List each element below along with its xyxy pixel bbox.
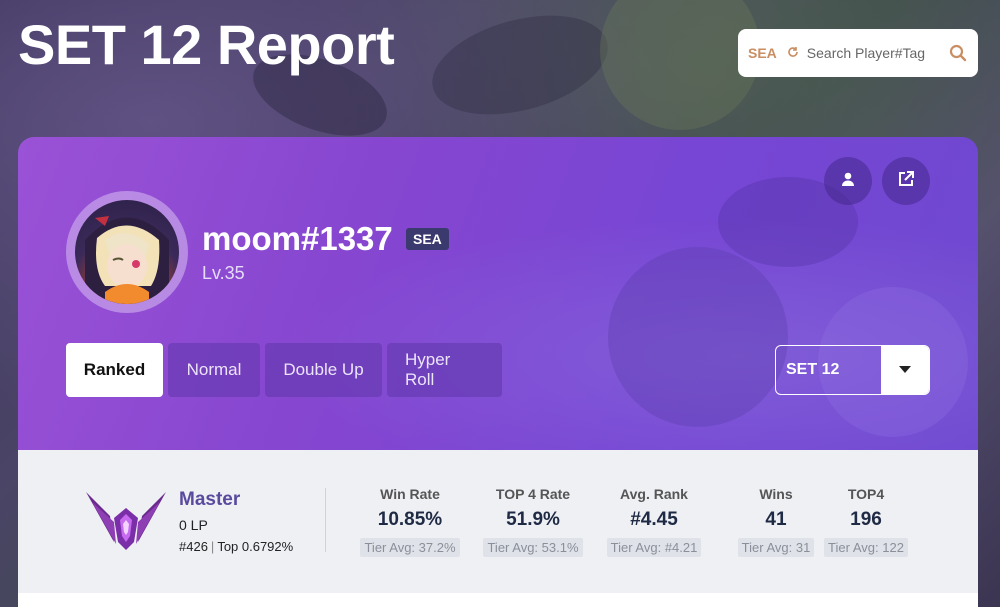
player-level: Lv.35 xyxy=(202,263,245,283)
caret-down-icon[interactable] xyxy=(881,346,929,394)
stat-top4: TOP4 196 Tier Avg: 122 xyxy=(806,486,926,557)
stat-tier-avg: Tier Avg: 37.2% xyxy=(360,538,460,557)
stat-label: Win Rate xyxy=(380,486,440,502)
tier-name: Master xyxy=(179,489,241,510)
ladder-rank: #426 xyxy=(179,539,208,554)
background-decoration xyxy=(421,0,619,132)
stat-label: Avg. Rank xyxy=(620,486,688,502)
divider xyxy=(325,488,326,552)
stat-label: TOP4 xyxy=(847,486,885,502)
share-button[interactable] xyxy=(882,157,930,205)
search-input[interactable] xyxy=(806,45,942,61)
profile-header: moom#1337 SEA Lv.35 Ranked Normal Double… xyxy=(18,137,978,450)
stat-avg-rank: Avg. Rank #4.45 Tier Avg: #4.21 xyxy=(594,486,714,557)
tab-hyper-roll[interactable]: Hyper Roll xyxy=(387,343,502,397)
player-search-box: SEA xyxy=(738,29,978,77)
search-region-selector[interactable]: SEA xyxy=(748,45,777,61)
set-dropdown-value: SET 12 xyxy=(786,361,840,378)
stat-value: #4.45 xyxy=(630,509,678,530)
game-mode-tabs: Ranked Normal Double Up Hyper Roll xyxy=(66,343,502,397)
player-name: moom#1337 xyxy=(202,220,393,257)
profile-button[interactable] xyxy=(824,157,872,205)
tab-ranked[interactable]: Ranked xyxy=(66,343,163,397)
ladder-top-percent: Top 0.6792% xyxy=(217,539,294,554)
background-decoration xyxy=(600,0,760,130)
stat-label: TOP 4 Rate xyxy=(495,486,571,502)
tier-lp: 0 LP xyxy=(179,517,208,533)
search-icon[interactable] xyxy=(948,43,968,63)
stat-win-rate: Win Rate 10.85% Tier Avg: 37.2% xyxy=(350,486,470,557)
stat-tier-avg: Tier Avg: #4.21 xyxy=(606,538,702,557)
stat-value: 51.9% xyxy=(506,509,560,530)
stat-tier-avg: Tier Avg: 53.1% xyxy=(483,538,583,557)
header-decoration xyxy=(608,247,788,427)
stats-panel: Master 0 LP #426 | Top 0.6792% Win Rate 10… xyxy=(18,450,978,593)
stat-value: 196 xyxy=(850,509,882,530)
master-emblem-icon xyxy=(84,488,168,552)
avatar-frame xyxy=(66,191,188,313)
stat-tier-avg: Tier Avg: 31 xyxy=(737,538,815,557)
refresh-icon[interactable] xyxy=(787,45,799,61)
stat-tier-avg: Tier Avg: 122 xyxy=(824,538,908,557)
page-title: SET 12 Report xyxy=(18,13,395,76)
external-link-icon xyxy=(897,170,915,193)
user-icon xyxy=(840,171,856,192)
stat-top4-rate: TOP 4 Rate 51.9% Tier Avg: 53.1% xyxy=(473,486,593,557)
avatar xyxy=(75,200,179,304)
profile-card: moom#1337 SEA Lv.35 Ranked Normal Double… xyxy=(18,137,978,607)
tab-normal[interactable]: Normal xyxy=(168,343,260,397)
tab-double-up[interactable]: Double Up xyxy=(265,343,382,397)
set-dropdown[interactable]: SET 12 xyxy=(775,345,930,395)
content-area xyxy=(18,593,978,607)
region-badge: SEA xyxy=(406,228,449,250)
tier-ladder-rank: #426 | Top 0.6792% xyxy=(179,539,294,554)
stat-value: 10.85% xyxy=(377,509,443,530)
